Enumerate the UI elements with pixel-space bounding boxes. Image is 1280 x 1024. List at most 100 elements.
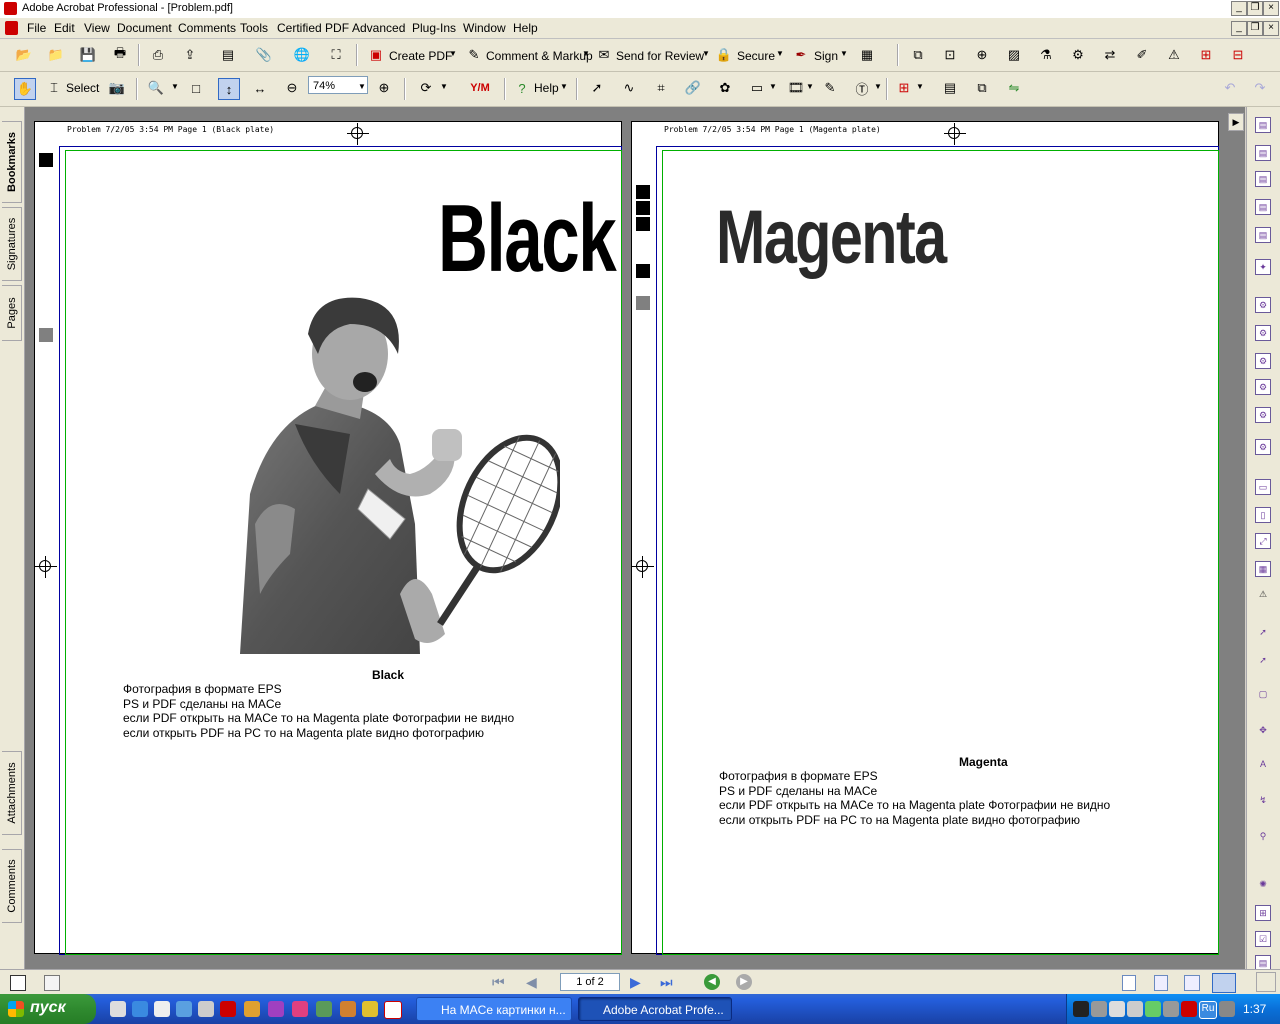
quicklaunch-icon[interactable] xyxy=(362,1001,378,1017)
menu-help[interactable]: Help xyxy=(513,21,538,35)
ink-icon[interactable]: ⚗ xyxy=(1036,45,1056,65)
redo-icon[interactable]: ↷ xyxy=(1250,78,1270,98)
organizer-icon[interactable]: 📁 xyxy=(46,45,66,65)
overlay-icon[interactable]: ⧉ xyxy=(972,78,992,98)
page-tool-icon[interactable]: ⤢ xyxy=(1255,533,1271,549)
menu-plugins[interactable]: Plug-Ins xyxy=(412,21,456,35)
warning-icon[interactable]: ⚠ xyxy=(1255,587,1271,603)
page-tool-icon[interactable]: ▦ xyxy=(1255,561,1271,577)
actual-size-icon[interactable]: □ xyxy=(186,78,206,98)
panel-arrow-icon[interactable]: ▶ xyxy=(1228,113,1244,131)
snapshot-icon[interactable]: 📷 xyxy=(107,78,127,98)
arrow-icon[interactable]: ➚ xyxy=(1255,653,1271,669)
tray-icon[interactable] xyxy=(1145,1001,1161,1017)
panel-toggle-icon[interactable] xyxy=(10,975,26,991)
tab-comments[interactable]: Comments xyxy=(2,849,22,923)
crop-icon[interactable]: ⌗ xyxy=(651,78,671,98)
page-layout-icon[interactable]: ▤ xyxy=(940,78,960,98)
ie-icon[interactable] xyxy=(132,1001,148,1017)
resize-grip-icon[interactable] xyxy=(1256,972,1276,992)
task-button-browser[interactable]: На MACе картинки н... xyxy=(416,997,572,1021)
tray-icon[interactable] xyxy=(1109,1001,1125,1017)
menu-comments[interactable]: Comments xyxy=(178,21,236,35)
facing-icon[interactable] xyxy=(1184,975,1200,991)
quicklaunch-icon[interactable] xyxy=(316,1001,332,1017)
task-button-acrobat[interactable]: Adobe Acrobat Profe... xyxy=(578,997,732,1021)
page-tool-icon[interactable]: ✦ xyxy=(1255,259,1271,275)
doc-close-button[interactable]: × xyxy=(1263,21,1279,36)
menu-edit[interactable]: Edit xyxy=(54,21,75,35)
movie-icon[interactable]: 🎞 xyxy=(786,78,806,98)
create-pdf-button[interactable]: Create PDF xyxy=(389,49,452,63)
forms-icon[interactable]: ▦ xyxy=(857,45,877,65)
comment-markup-button[interactable]: Comment & Markup xyxy=(486,49,593,63)
quicklaunch-icon[interactable] xyxy=(268,1001,284,1017)
minimize-button[interactable]: _ xyxy=(1231,1,1247,16)
page-tool-icon[interactable]: ▯ xyxy=(1255,507,1271,523)
page-tool-icon[interactable]: ⚙ xyxy=(1255,353,1271,369)
page-tool-icon[interactable]: ⊞ xyxy=(1255,905,1271,921)
edit-icon[interactable]: ✐ xyxy=(1132,45,1152,65)
page-tool-icon[interactable]: ⚙ xyxy=(1255,439,1271,455)
menu-window[interactable]: Window xyxy=(463,21,506,35)
search-binoculars-icon[interactable]: ⛶ xyxy=(326,45,346,65)
chevron-down-icon[interactable]: ▼ xyxy=(874,82,882,91)
chevron-down-icon[interactable]: ▼ xyxy=(702,49,710,58)
arrow-select-icon[interactable]: ➚ xyxy=(587,78,607,98)
link-icon[interactable]: 🔗 xyxy=(683,78,703,98)
print-icon[interactable]: 🖶 xyxy=(110,45,130,65)
previous-page-button[interactable]: ◀ xyxy=(526,974,537,991)
tray-icon[interactable] xyxy=(1163,1001,1179,1017)
touchup-icon[interactable]: ✎ xyxy=(820,78,840,98)
toolbar-menu-icon[interactable]: ▤ xyxy=(218,45,238,65)
next-page-button[interactable]: ▶ xyxy=(630,974,641,991)
acrobat-quicklaunch-icon[interactable] xyxy=(384,1001,402,1019)
tray-icon[interactable] xyxy=(1181,1001,1197,1017)
help-button[interactable]: Help xyxy=(534,81,559,95)
convert-icon[interactable]: ⇄ xyxy=(1100,45,1120,65)
quicklaunch-icon[interactable] xyxy=(340,1001,356,1017)
frame-icon[interactable]: ▭ xyxy=(747,78,767,98)
chevron-down-icon[interactable]: ▼ xyxy=(840,49,848,58)
tray-icon[interactable] xyxy=(1073,1001,1089,1017)
object-icon[interactable]: ✿ xyxy=(715,78,735,98)
menu-file[interactable]: File xyxy=(27,21,46,35)
page-tool-icon[interactable]: ▤ xyxy=(1255,199,1271,215)
quicklaunch-icon[interactable] xyxy=(198,1001,214,1017)
web-icon[interactable]: 🌐 xyxy=(292,45,312,65)
text-icon[interactable]: A xyxy=(1255,757,1271,773)
back-view-icon[interactable]: ◀ xyxy=(704,974,720,990)
pen-icon[interactable]: ✒ xyxy=(791,45,811,65)
page-tool-icon[interactable]: ▭ xyxy=(1255,479,1271,495)
select-text-icon[interactable]: ⌶ xyxy=(44,78,64,98)
chevron-down-icon[interactable]: ▼ xyxy=(449,49,457,58)
last-page-button[interactable]: ⏭ xyxy=(660,974,673,991)
rotate-icon[interactable]: ⟳ xyxy=(416,78,436,98)
chevron-down-icon[interactable]: ▼ xyxy=(582,49,590,58)
chevron-down-icon[interactable]: ▼ xyxy=(440,82,448,91)
media-icon[interactable] xyxy=(154,1001,170,1017)
menu-tools[interactable]: Tools xyxy=(240,21,268,35)
tab-bookmarks[interactable]: Bookmarks xyxy=(2,121,22,203)
zoom-in-icon[interactable]: 🔍 xyxy=(146,78,166,98)
start-button[interactable]: пуск xyxy=(0,994,96,1024)
page-tool-icon[interactable]: ▤ xyxy=(1255,145,1271,161)
zoom-dropdown-icon[interactable]: ▼ xyxy=(358,82,366,91)
tray-icon[interactable] xyxy=(1091,1001,1107,1017)
trim-icon[interactable]: ⊞ xyxy=(1196,45,1216,65)
page-tool-icon[interactable]: ⚙ xyxy=(1255,325,1271,341)
document-area[interactable]: Problem 7/2/05 3:54 PM Page 1 (Black pla… xyxy=(25,107,1245,969)
menu-certified-pdf[interactable]: Certified PDF xyxy=(277,21,349,35)
stamp-icon[interactable]: ✺ xyxy=(1255,877,1271,893)
close-button[interactable]: × xyxy=(1263,1,1279,16)
lasso-icon[interactable]: ↯ xyxy=(1255,793,1271,809)
help-icon[interactable]: ? xyxy=(512,78,532,98)
page-indicator[interactable]: 1 of 2 xyxy=(560,973,620,991)
menu-advanced[interactable]: Advanced xyxy=(352,21,405,35)
forms-tool-icon[interactable]: ⊞ xyxy=(894,78,914,98)
continuous-icon[interactable] xyxy=(1154,975,1168,991)
comment-icon[interactable]: ✎ xyxy=(464,45,484,65)
outlook-icon[interactable] xyxy=(176,1001,192,1017)
attach-icon[interactable]: 📎 xyxy=(254,45,274,65)
ymk-icon[interactable]: Y/M xyxy=(462,78,498,98)
